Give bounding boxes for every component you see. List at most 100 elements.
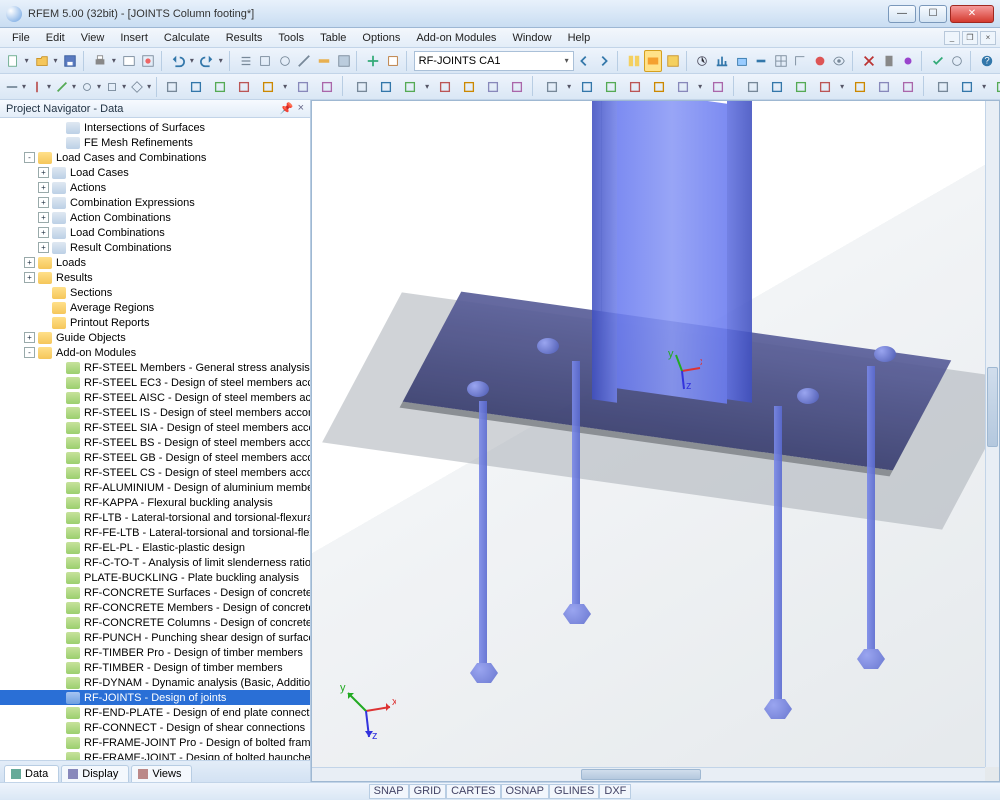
- toolbar-icon[interactable]: [482, 76, 504, 98]
- window-maximize-button[interactable]: ☐: [919, 5, 947, 23]
- tree-item[interactable]: Average Regions: [0, 300, 310, 315]
- dropdown-icon[interactable]: ▾: [423, 76, 431, 98]
- dropdown-icon[interactable]: ▾: [147, 82, 151, 91]
- tree-item[interactable]: RF-JOINTS - Design of joints: [0, 690, 310, 705]
- status-cell-cartes[interactable]: CARTES: [446, 784, 500, 799]
- toolbar-icon[interactable]: [161, 76, 183, 98]
- tab-views[interactable]: Views: [131, 765, 192, 782]
- dropdown-icon[interactable]: ▾: [111, 56, 117, 65]
- next-case-button[interactable]: [595, 50, 613, 72]
- mdi-close-button[interactable]: ×: [980, 31, 996, 45]
- tree-item[interactable]: RF-STEEL EC3 - Design of steel members a…: [0, 375, 310, 390]
- toolbar-icon[interactable]: [624, 76, 646, 98]
- toolbar-icon[interactable]: [873, 76, 895, 98]
- toolbar-icon[interactable]: [434, 76, 456, 98]
- tree-item[interactable]: RF-STEEL AISC - Design of steel members …: [0, 390, 310, 405]
- toolbar-icon[interactable]: [766, 76, 788, 98]
- dropdown-icon[interactable]: ▾: [281, 76, 289, 98]
- toolbar-icon[interactable]: [104, 76, 120, 98]
- dropdown-icon[interactable]: ▾: [189, 56, 195, 65]
- toolbar-icon[interactable]: [364, 50, 382, 72]
- tree-item[interactable]: RF-DYNAM - Dynamic analysis (Basic, Addi…: [0, 675, 310, 690]
- tree-item[interactable]: RF-STEEL SIA - Design of steel members a…: [0, 420, 310, 435]
- dropdown-icon[interactable]: ▾: [696, 76, 704, 98]
- toolbar-icon[interactable]: [185, 76, 207, 98]
- mdi-minimize-button[interactable]: _: [944, 31, 960, 45]
- toolbar-icon[interactable]: [4, 76, 20, 98]
- dropdown-icon[interactable]: ▾: [24, 56, 30, 65]
- menu-window[interactable]: Window: [504, 30, 559, 46]
- toolbar-icon[interactable]: [949, 50, 967, 72]
- status-cell-osnap[interactable]: OSNAP: [501, 784, 550, 799]
- close-icon[interactable]: ×: [298, 102, 304, 115]
- redo-button[interactable]: [198, 50, 216, 72]
- save-button[interactable]: [62, 50, 80, 72]
- tree-item[interactable]: RF-FRAME-JOINT Pro - Design of bolted fr…: [0, 735, 310, 750]
- dropdown-icon[interactable]: ▾: [97, 82, 101, 91]
- tree-item[interactable]: RF-ALUMINIUM - Design of aluminium membe…: [0, 480, 310, 495]
- prev-case-button[interactable]: [576, 50, 594, 72]
- toolbar-icon[interactable]: [351, 76, 373, 98]
- tree-item[interactable]: RF-C-TO-T - Analysis of limit slendernes…: [0, 555, 310, 570]
- toolbar-icon[interactable]: [897, 76, 919, 98]
- tree-item[interactable]: Printout Reports: [0, 315, 310, 330]
- print-button[interactable]: [91, 50, 109, 72]
- window-close-button[interactable]: ✕: [950, 5, 994, 23]
- toolbar-icon[interactable]: [899, 50, 917, 72]
- viewport-scrollbar-horizontal[interactable]: [312, 767, 985, 781]
- case-combo[interactable]: RF-JOINTS CA1 ▾: [414, 51, 574, 71]
- help-button[interactable]: ?: [978, 50, 996, 72]
- toolbar-icon[interactable]: [335, 50, 353, 72]
- toolbar-icon[interactable]: [506, 76, 528, 98]
- toolbar-icon[interactable]: [733, 50, 751, 72]
- menu-options[interactable]: Options: [354, 30, 408, 46]
- toolbar-icon[interactable]: [672, 76, 694, 98]
- toolbar-icon[interactable]: [29, 76, 45, 98]
- toolbar-icon[interactable]: [384, 50, 402, 72]
- new-file-button[interactable]: [4, 50, 22, 72]
- toolbar-icon[interactable]: [648, 76, 670, 98]
- toolbar-icon[interactable]: [237, 50, 255, 72]
- menu-calculate[interactable]: Calculate: [156, 30, 218, 46]
- tree-item[interactable]: RF-END-PLATE - Design of end plate conne…: [0, 705, 310, 720]
- tree-item[interactable]: +Results: [0, 270, 310, 285]
- dropdown-icon[interactable]: ▾: [838, 76, 846, 98]
- toolbar-icon[interactable]: [811, 50, 829, 72]
- tree-item[interactable]: RF-KAPPA - Flexural buckling analysis: [0, 495, 310, 510]
- toolbar-icon[interactable]: [399, 76, 421, 98]
- toolbar-icon[interactable]: [880, 50, 898, 72]
- tree-item[interactable]: +Action Combinations: [0, 210, 310, 225]
- toolbar-icon[interactable]: [458, 76, 480, 98]
- tree-item[interactable]: RF-TIMBER - Design of timber members: [0, 660, 310, 675]
- toolbar-icon[interactable]: [625, 50, 643, 72]
- menu-insert[interactable]: Insert: [112, 30, 156, 46]
- dropdown-icon[interactable]: ▾: [218, 56, 224, 65]
- toolbar-icon[interactable]: [644, 50, 662, 72]
- toolbar-icon[interactable]: [707, 76, 729, 98]
- toolbar-icon[interactable]: [664, 50, 682, 72]
- menu-file[interactable]: File: [4, 30, 38, 46]
- menu-tools[interactable]: Tools: [270, 30, 312, 46]
- 3d-viewport[interactable]: x y z x y z: [311, 100, 1000, 782]
- tree-item[interactable]: RF-FE-LTB - Lateral-torsional and torsio…: [0, 525, 310, 540]
- tree-item[interactable]: RF-FRAME-JOINT - Design of bolted haunch…: [0, 750, 310, 760]
- open-file-button[interactable]: [33, 50, 51, 72]
- toolbar-icon[interactable]: [256, 50, 274, 72]
- dropdown-icon[interactable]: ▾: [52, 56, 58, 65]
- toolbar-icon[interactable]: [849, 76, 871, 98]
- tree-item[interactable]: +Actions: [0, 180, 310, 195]
- toolbar-icon[interactable]: [790, 76, 812, 98]
- toolbar-icon[interactable]: [713, 50, 731, 72]
- toolbar-icon[interactable]: [860, 50, 878, 72]
- navigator-tree[interactable]: Intersections of SurfacesFE Mesh Refinem…: [0, 118, 310, 760]
- menu-addon-modules[interactable]: Add-on Modules: [408, 30, 504, 46]
- toolbar-icon[interactable]: [694, 50, 712, 72]
- toolbar-icon[interactable]: [233, 76, 255, 98]
- status-cell-grid[interactable]: GRID: [409, 784, 447, 799]
- tree-item[interactable]: RF-STEEL Members - General stress analys…: [0, 360, 310, 375]
- tree-item[interactable]: RF-STEEL CS - Design of steel members ac…: [0, 465, 310, 480]
- mdi-restore-button[interactable]: ❐: [962, 31, 978, 45]
- toolbar-icon[interactable]: [315, 50, 333, 72]
- toolbar-icon[interactable]: [129, 76, 145, 98]
- tree-item[interactable]: RF-PUNCH - Punching shear design of surf…: [0, 630, 310, 645]
